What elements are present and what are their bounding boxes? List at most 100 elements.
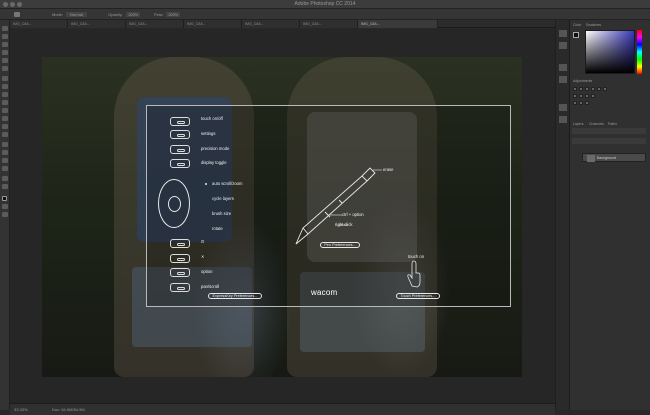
tab-channels[interactable]: Channels	[589, 122, 604, 126]
key-x-label: ✕	[201, 254, 205, 259]
title-bar: Adobe Photoshop CC 2014	[0, 0, 650, 9]
channel-mixer-icon[interactable]	[591, 94, 595, 98]
toolbox	[0, 20, 10, 410]
hand-tool-icon[interactable]	[2, 176, 8, 181]
tab-swatches[interactable]: Swatches	[586, 23, 601, 27]
eraser-tool-icon[interactable]	[2, 108, 8, 113]
pan-scroll-label: pan/scroll	[201, 284, 219, 289]
right-click-label: right click	[335, 222, 353, 227]
properties-icon[interactable]	[559, 42, 567, 49]
hue-slider[interactable]	[637, 30, 642, 74]
expresskey-2[interactable]	[170, 130, 190, 139]
clone-source-icon[interactable]	[559, 76, 567, 83]
color-balance-icon[interactable]	[573, 94, 577, 98]
ctrl-option-label: ctrl + option	[342, 212, 364, 217]
tab-adjustments[interactable]: Adjustments	[573, 79, 592, 83]
vibrance-icon[interactable]	[597, 87, 601, 91]
document-tab[interactable]: IMG_C8A...	[242, 20, 300, 28]
zoom-tool-icon[interactable]	[2, 184, 8, 189]
quick-mask-icon[interactable]	[2, 204, 8, 209]
threshold-icon[interactable]	[585, 101, 589, 105]
layer-filter-bar[interactable]	[572, 128, 646, 134]
tab-color[interactable]: Color	[573, 23, 581, 27]
touch-hand-icon	[407, 260, 421, 288]
path-select-tool-icon[interactable]	[2, 158, 8, 163]
type-tool-icon[interactable]	[2, 150, 8, 155]
brush-size-label: brush size	[212, 211, 232, 216]
mode-label: Mode:	[52, 12, 64, 17]
document-tabs: IMG_C8A... IMG_C8A... IMG_C8A... IMG_C8A…	[10, 20, 555, 28]
option-label: option	[201, 269, 213, 274]
foreground-color-swatch[interactable]	[2, 196, 7, 201]
expresskey-7[interactable]	[170, 268, 190, 277]
expresskey-3[interactable]	[170, 145, 190, 154]
touch-on-label: touch on	[408, 254, 425, 259]
clone-stamp-tool-icon[interactable]	[2, 92, 8, 97]
history-icon[interactable]	[559, 30, 567, 37]
brush-tool-icon[interactable]	[2, 84, 8, 89]
posterize-icon[interactable]	[579, 101, 583, 105]
expresskey-6[interactable]	[170, 254, 190, 263]
black-white-icon[interactable]	[579, 94, 583, 98]
exposure-icon[interactable]	[591, 87, 595, 91]
document-tab[interactable]: IMG_C8A...	[10, 20, 68, 28]
pen-preferences-button[interactable]: Pen Preferences...	[320, 242, 360, 248]
eyedropper-tool-icon[interactable]	[2, 66, 8, 71]
document-tab-active[interactable]: IMG_C8A...	[358, 20, 438, 28]
move-tool-icon[interactable]	[2, 26, 8, 31]
touch-preferences-button[interactable]: Touch Preferences...	[396, 293, 440, 299]
flow-input[interactable]: 100%	[166, 12, 181, 17]
brush-tool-icon[interactable]	[14, 12, 20, 17]
color-picker-field[interactable]	[585, 30, 635, 74]
opacity-label: Opacity:	[108, 12, 123, 17]
auto-scroll-zoom-label: auto scroll/zoom	[212, 181, 243, 186]
brightness-icon[interactable]	[573, 87, 577, 91]
document-info[interactable]: Doc: 54.9M/54.9M	[52, 407, 85, 412]
mode-select[interactable]: Normal	[66, 12, 87, 17]
quick-select-tool-icon[interactable]	[2, 50, 8, 55]
history-brush-tool-icon[interactable]	[2, 100, 8, 105]
tab-paths[interactable]: Paths	[608, 122, 617, 126]
document-tab[interactable]: IMG_C8A...	[300, 20, 358, 28]
expresskey-5[interactable]	[170, 239, 190, 248]
paragraph-icon[interactable]	[559, 116, 567, 123]
touch-ring-icon[interactable]	[158, 179, 190, 228]
expresskey-1[interactable]	[170, 117, 190, 126]
brush-panel-icon[interactable]	[559, 64, 567, 71]
shape-tool-icon[interactable]	[2, 166, 8, 171]
status-bar: 33.33% Doc: 54.9M/54.9M	[10, 403, 555, 415]
crop-tool-icon[interactable]	[2, 58, 8, 63]
screen-mode-icon[interactable]	[2, 212, 8, 217]
pen-tool-icon[interactable]	[2, 142, 8, 147]
marquee-tool-icon[interactable]	[2, 34, 8, 39]
lasso-tool-icon[interactable]	[2, 42, 8, 47]
invert-icon[interactable]	[573, 101, 577, 105]
pen-icon	[295, 167, 382, 245]
foreground-color-chip[interactable]	[573, 32, 579, 38]
cycle-layers-label: cycle layers	[212, 196, 234, 201]
expresskey-4[interactable]	[170, 159, 190, 168]
document-tab[interactable]: IMG_C8A...	[126, 20, 184, 28]
layer-row[interactable]: Background	[582, 153, 646, 162]
photo-filter-icon[interactable]	[585, 94, 589, 98]
layer-thumbnail	[587, 155, 595, 162]
blend-mode-bar[interactable]	[572, 138, 646, 144]
dodge-tool-icon[interactable]	[2, 132, 8, 137]
zoom-level[interactable]: 33.33%	[14, 407, 28, 412]
gradient-tool-icon[interactable]	[2, 116, 8, 121]
levels-icon[interactable]	[579, 87, 583, 91]
tab-layers[interactable]: Layers	[573, 122, 584, 126]
expresskey-8[interactable]	[170, 283, 190, 292]
opacity-input[interactable]: 100%	[126, 12, 141, 17]
options-bar: Mode: Normal Opacity: 100% Flow: 100%	[0, 9, 650, 20]
character-icon[interactable]	[559, 104, 567, 111]
document-tab[interactable]: IMG_C8A...	[184, 20, 242, 28]
healing-tool-icon[interactable]	[2, 76, 8, 81]
expresskey-preferences-button[interactable]: ExpressKey Preferences...	[208, 293, 262, 299]
hue-saturation-icon[interactable]	[603, 87, 607, 91]
curves-icon[interactable]	[585, 87, 589, 91]
document-tab[interactable]: IMG_C8A...	[68, 20, 126, 28]
window-title: Adobe Photoshop CC 2014	[294, 1, 356, 7]
blur-tool-icon[interactable]	[2, 124, 8, 129]
wacom-logo: wacom	[311, 288, 338, 297]
